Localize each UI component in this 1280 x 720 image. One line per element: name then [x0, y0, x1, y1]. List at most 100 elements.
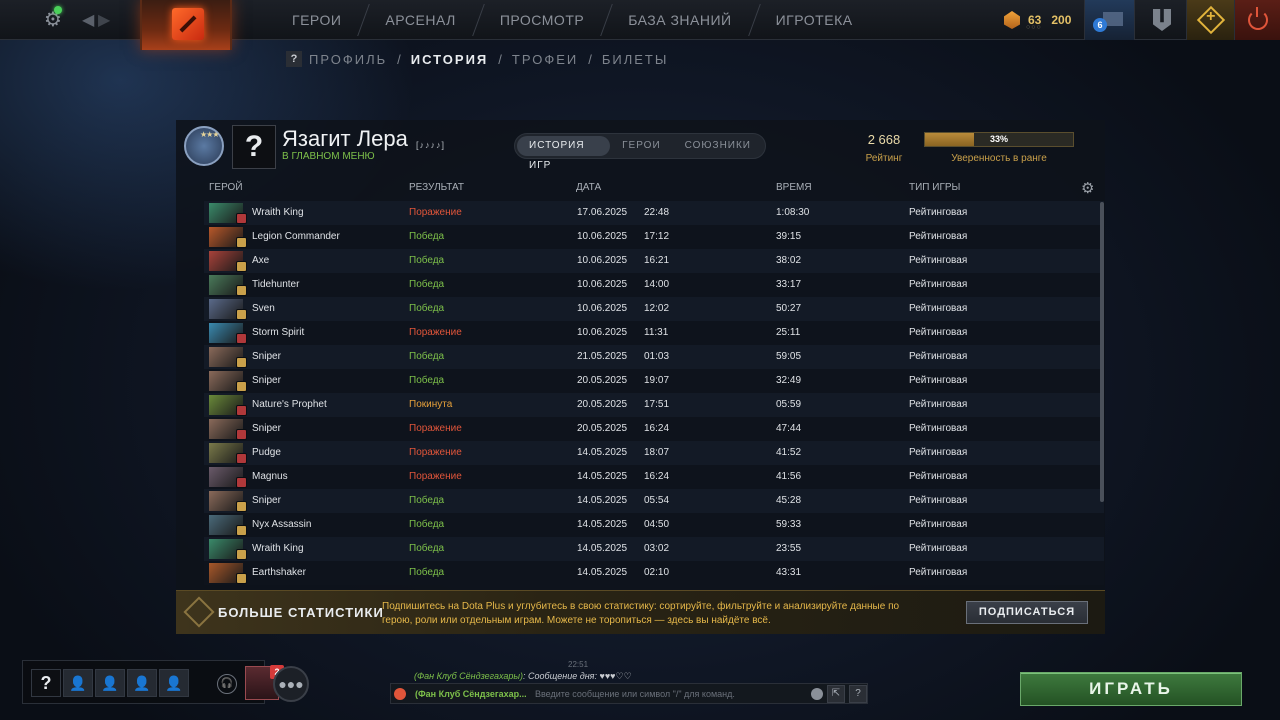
tab-match-history[interactable]: История игр [517, 136, 611, 171]
dota-plus-button[interactable]: + [1186, 0, 1234, 40]
player-avatar[interactable]: ? [232, 125, 276, 169]
chat-channel-dot-icon[interactable] [394, 688, 406, 700]
subscribe-button[interactable]: Подписаться [966, 601, 1088, 624]
hero-portrait [209, 515, 247, 536]
column-header-game-type[interactable]: Тип игры [909, 182, 960, 193]
voice-chat-headset-icon[interactable]: 🎧 [217, 674, 237, 694]
currency-display[interactable]: 63 200 ○○○ [1004, 8, 1081, 32]
table-row[interactable]: Axe Победа 10.06.2025 16:21 38:02 Рейтинговая [204, 249, 1104, 273]
forward-arrow-icon[interactable]: ▶ [98, 10, 110, 30]
dota-logo-home-button[interactable] [140, 0, 232, 50]
chat-help-icon[interactable]: ? [849, 685, 867, 703]
match-type: Рейтинговая [909, 399, 968, 410]
play-button[interactable]: Играть [1020, 672, 1242, 706]
chat-message-text: : Сообщение дня: ♥♥♥♡♡ [523, 671, 632, 681]
chat-channel-selector[interactable]: (Фан Клуб Сёндзегахар... [415, 689, 527, 699]
table-row[interactable]: Storm Spirit Поражение 10.06.2025 11:31 25:1… [204, 321, 1104, 345]
friends-list-button[interactable]: ●●● [273, 666, 309, 702]
table-row[interactable]: Sven Победа 10.06.2025 12:02 50:27 Рейтингова… [204, 297, 1104, 321]
table-row[interactable]: Nature's Prophet Покинута 20.05.2025 17:51 0… [204, 393, 1104, 417]
column-header-result[interactable]: Результат [409, 182, 464, 193]
hero-name: Legion Commander [252, 231, 340, 242]
chat-popout-icon[interactable]: ⇱ [827, 685, 845, 703]
tab-allies[interactable]: Союзники [673, 136, 763, 156]
match-time: 17:51 [644, 399, 670, 410]
table-row[interactable]: Nyx Assassin Победа 14.05.2025 04:50 59:33 Ре… [204, 513, 1104, 537]
hero-portrait [209, 299, 247, 320]
match-duration: 38:02 [776, 255, 802, 266]
match-date: 21.05.2025 [577, 351, 628, 362]
table-row[interactable]: Wraith King Поражение 17.06.2025 22:48 1:08:… [204, 201, 1104, 225]
chat-message-channel[interactable]: (Фан Клуб Сёндзегахары) [414, 671, 523, 681]
table-row[interactable]: Pudge Поражение 14.05.2025 18:07 41:52 Рейтин… [204, 441, 1104, 465]
subnav-tickets[interactable]: Билеты [602, 52, 669, 67]
party-self-avatar[interactable]: ? [31, 669, 61, 697]
column-header-duration[interactable]: Время [776, 182, 812, 193]
rank-medal-icon[interactable]: ★★★ [184, 126, 224, 166]
match-duration: 43:31 [776, 567, 802, 578]
help-icon[interactable]: ? [286, 51, 302, 67]
party-empty-slot-icon[interactable]: 👤 [127, 669, 157, 697]
back-arrow-icon[interactable]: ◀ [82, 10, 94, 30]
nav-heroes[interactable]: Герои [270, 0, 363, 40]
match-date: 10.06.2025 [577, 255, 628, 266]
chat-input[interactable]: Введите сообщение или символ "/" для ком… [535, 689, 735, 699]
currency-count: 200 [1051, 13, 1072, 27]
subnav-separator: / [498, 51, 502, 67]
nav-watch[interactable]: Просмотр [478, 0, 606, 40]
currency-dots-icon: ○○○ [1026, 24, 1042, 31]
table-row[interactable]: Sniper Победа 20.05.2025 19:07 32:49 Рейтинго… [204, 369, 1104, 393]
table-row[interactable]: Sniper Победа 21.05.2025 01:03 59:05 Рейтинго… [204, 345, 1104, 369]
dota-plus-icon [183, 596, 215, 628]
nav-armory[interactable]: Арсенал [363, 0, 477, 40]
match-list-scrollbar[interactable] [1100, 202, 1104, 502]
match-date: 20.05.2025 [577, 399, 628, 410]
party-empty-slot-icon[interactable]: 👤 [63, 669, 93, 697]
guild-button[interactable] [1134, 0, 1186, 40]
nav-arcade[interactable]: Игротека [754, 0, 875, 40]
subnav-profile[interactable]: Профиль [309, 52, 387, 67]
mail-button[interactable]: 6 [1084, 0, 1134, 40]
mail-count-badge: 6 [1093, 18, 1107, 32]
hero-portrait [209, 443, 247, 464]
match-type: Рейтинговая [909, 423, 968, 434]
match-duration: 33:17 [776, 279, 802, 290]
subnav-separator: / [397, 51, 401, 67]
table-row[interactable]: Wraith King Победа 14.05.2025 03:02 23:55 Рей… [204, 537, 1104, 561]
shard-currency-icon [1004, 11, 1020, 29]
table-row[interactable]: Earthshaker Победа 14.05.2025 02:10 43:31 Рей… [204, 561, 1104, 585]
table-row[interactable]: Magnus Поражение 14.05.2025 16:24 41:56 Рейти… [204, 465, 1104, 489]
party-empty-slot-icon[interactable]: 👤 [95, 669, 125, 697]
shield-icon [1153, 9, 1171, 31]
rank-stars-icon: ★★★ [200, 130, 219, 139]
column-header-hero[interactable]: Герой [209, 182, 243, 193]
chat-last-message: (Фан Клуб Сёндзегахары): Сообщение дня: … [414, 671, 632, 682]
match-date: 20.05.2025 [577, 423, 628, 434]
exit-button[interactable] [1234, 0, 1280, 40]
table-settings-gear-icon[interactable]: ⚙ [1081, 179, 1094, 197]
party-empty-slot-icon[interactable]: 👤 [159, 669, 189, 697]
table-row[interactable]: Legion Commander Победа 10.06.2025 17:12 39:… [204, 225, 1104, 249]
table-row[interactable]: Sniper Поражение 20.05.2025 16:24 47:44 Рейти… [204, 417, 1104, 441]
match-result: Победа [409, 303, 445, 314]
hero-portrait [209, 347, 247, 368]
match-duration: 39:15 [776, 231, 802, 242]
hero-name: Nyx Assassin [252, 519, 312, 530]
match-time: 16:24 [644, 423, 670, 434]
emoji-icon[interactable] [811, 688, 823, 700]
hero-role-badge-icon [236, 477, 247, 488]
hero-role-badge-icon [236, 549, 247, 560]
subnav-trophies[interactable]: Трофеи [512, 52, 578, 67]
table-row[interactable]: Tidehunter Победа 10.06.2025 14:00 33:17 Рейт… [204, 273, 1104, 297]
subnav-history[interactable]: История [411, 52, 489, 67]
rating-block: 2 668 Рейтинг [844, 132, 924, 164]
dota-logo-icon [172, 8, 204, 40]
nav-knowledge-base[interactable]: База знаний [606, 0, 753, 40]
column-header-date[interactable]: Дата [576, 182, 601, 193]
tab-heroes[interactable]: Герои [610, 136, 673, 156]
hero-portrait [209, 275, 247, 296]
table-row[interactable]: Sniper Победа 14.05.2025 05:54 45:28 Рейтинго… [204, 489, 1104, 513]
match-result: Победа [409, 543, 445, 554]
hero-name: Sniper [252, 375, 281, 386]
match-date: 10.06.2025 [577, 231, 628, 242]
